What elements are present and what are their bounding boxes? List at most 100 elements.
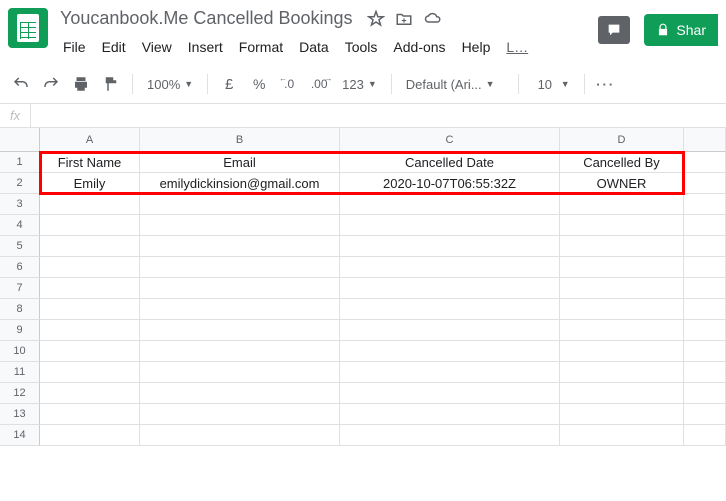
- cell[interactable]: [340, 383, 560, 404]
- cell[interactable]: [684, 362, 726, 383]
- document-title[interactable]: Youcanbook.Me Cancelled Bookings: [56, 6, 357, 31]
- col-header-a[interactable]: A: [40, 128, 140, 152]
- cell[interactable]: [140, 362, 340, 383]
- more-formats-dropdown[interactable]: 123▼: [336, 71, 383, 97]
- row-header[interactable]: 9: [0, 320, 40, 341]
- menu-addons[interactable]: Add-ons: [386, 35, 452, 59]
- menu-insert[interactable]: Insert: [181, 35, 230, 59]
- cell[interactable]: [684, 215, 726, 236]
- decrease-decimal-button[interactable]: .0←: [276, 71, 302, 97]
- cell[interactable]: [340, 341, 560, 362]
- cell[interactable]: [140, 425, 340, 446]
- cell[interactable]: [340, 362, 560, 383]
- row-header[interactable]: 8: [0, 299, 40, 320]
- cell[interactable]: [140, 299, 340, 320]
- cell[interactable]: [560, 257, 684, 278]
- cell[interactable]: [684, 173, 726, 194]
- cell[interactable]: [140, 404, 340, 425]
- cloud-icon[interactable]: [423, 10, 443, 28]
- cell[interactable]: [140, 278, 340, 299]
- cell[interactable]: [140, 257, 340, 278]
- cell-c2[interactable]: 2020-10-07T06:55:32Z: [340, 173, 560, 194]
- cell[interactable]: [684, 383, 726, 404]
- cell[interactable]: [40, 236, 140, 257]
- cell-c1[interactable]: Cancelled Date: [340, 152, 560, 173]
- cell[interactable]: [40, 278, 140, 299]
- more-toolbar-icon[interactable]: ···: [593, 71, 619, 97]
- cell[interactable]: [340, 320, 560, 341]
- share-button[interactable]: Shar: [644, 14, 718, 46]
- cell[interactable]: [40, 362, 140, 383]
- row-header[interactable]: 2: [0, 173, 40, 194]
- cell[interactable]: [40, 404, 140, 425]
- cell[interactable]: [684, 236, 726, 257]
- cell[interactable]: [560, 383, 684, 404]
- percent-button[interactable]: %: [246, 71, 272, 97]
- cell[interactable]: [40, 341, 140, 362]
- fontsize-dropdown[interactable]: 10▼: [527, 71, 576, 97]
- cell[interactable]: [560, 236, 684, 257]
- undo-button[interactable]: [8, 71, 34, 97]
- cell[interactable]: [684, 299, 726, 320]
- cell[interactable]: [560, 194, 684, 215]
- cell[interactable]: [560, 215, 684, 236]
- cell[interactable]: [560, 404, 684, 425]
- formula-input[interactable]: [31, 104, 726, 127]
- redo-button[interactable]: [38, 71, 64, 97]
- select-all-corner[interactable]: [0, 128, 40, 152]
- col-header-b[interactable]: B: [140, 128, 340, 152]
- cell[interactable]: [684, 425, 726, 446]
- cell[interactable]: [340, 236, 560, 257]
- col-header-e[interactable]: [684, 128, 726, 152]
- row-header[interactable]: 13: [0, 404, 40, 425]
- cell-a2[interactable]: Emily: [40, 173, 140, 194]
- increase-decimal-button[interactable]: .00→: [306, 71, 332, 97]
- menu-last-edit[interactable]: L…: [499, 35, 535, 59]
- cell[interactable]: [560, 425, 684, 446]
- cell-b1[interactable]: Email: [140, 152, 340, 173]
- menu-format[interactable]: Format: [232, 35, 290, 59]
- cell[interactable]: [560, 341, 684, 362]
- move-icon[interactable]: [395, 10, 413, 28]
- cell[interactable]: [684, 404, 726, 425]
- cell-a1[interactable]: First Name: [40, 152, 140, 173]
- sheets-logo[interactable]: [8, 8, 48, 48]
- cell[interactable]: [40, 320, 140, 341]
- menu-file[interactable]: File: [56, 35, 93, 59]
- cell[interactable]: [40, 215, 140, 236]
- col-header-c[interactable]: C: [340, 128, 560, 152]
- cell[interactable]: [684, 320, 726, 341]
- cell[interactable]: [140, 383, 340, 404]
- cell[interactable]: [340, 404, 560, 425]
- star-icon[interactable]: [367, 10, 385, 28]
- row-header[interactable]: 6: [0, 257, 40, 278]
- cell[interactable]: [684, 341, 726, 362]
- cell[interactable]: [684, 278, 726, 299]
- cell[interactable]: [140, 320, 340, 341]
- row-header[interactable]: 10: [0, 341, 40, 362]
- cell[interactable]: [40, 299, 140, 320]
- cell[interactable]: [684, 152, 726, 173]
- row-header[interactable]: 11: [0, 362, 40, 383]
- cell[interactable]: [340, 278, 560, 299]
- cell-b2[interactable]: emilydickinsion@gmail.com: [140, 173, 340, 194]
- cell[interactable]: [40, 194, 140, 215]
- cell[interactable]: [340, 257, 560, 278]
- cell[interactable]: [684, 194, 726, 215]
- cell-d2[interactable]: OWNER: [560, 173, 684, 194]
- row-header[interactable]: 14: [0, 425, 40, 446]
- cell[interactable]: [140, 215, 340, 236]
- row-header[interactable]: 12: [0, 383, 40, 404]
- cell[interactable]: [340, 215, 560, 236]
- menu-tools[interactable]: Tools: [338, 35, 385, 59]
- menu-view[interactable]: View: [135, 35, 179, 59]
- row-header[interactable]: 4: [0, 215, 40, 236]
- cell[interactable]: [40, 383, 140, 404]
- cell[interactable]: [340, 425, 560, 446]
- cell[interactable]: [140, 194, 340, 215]
- zoom-dropdown[interactable]: 100%▼: [141, 71, 199, 97]
- col-header-d[interactable]: D: [560, 128, 684, 152]
- cell[interactable]: [560, 320, 684, 341]
- cell[interactable]: [684, 257, 726, 278]
- menu-data[interactable]: Data: [292, 35, 336, 59]
